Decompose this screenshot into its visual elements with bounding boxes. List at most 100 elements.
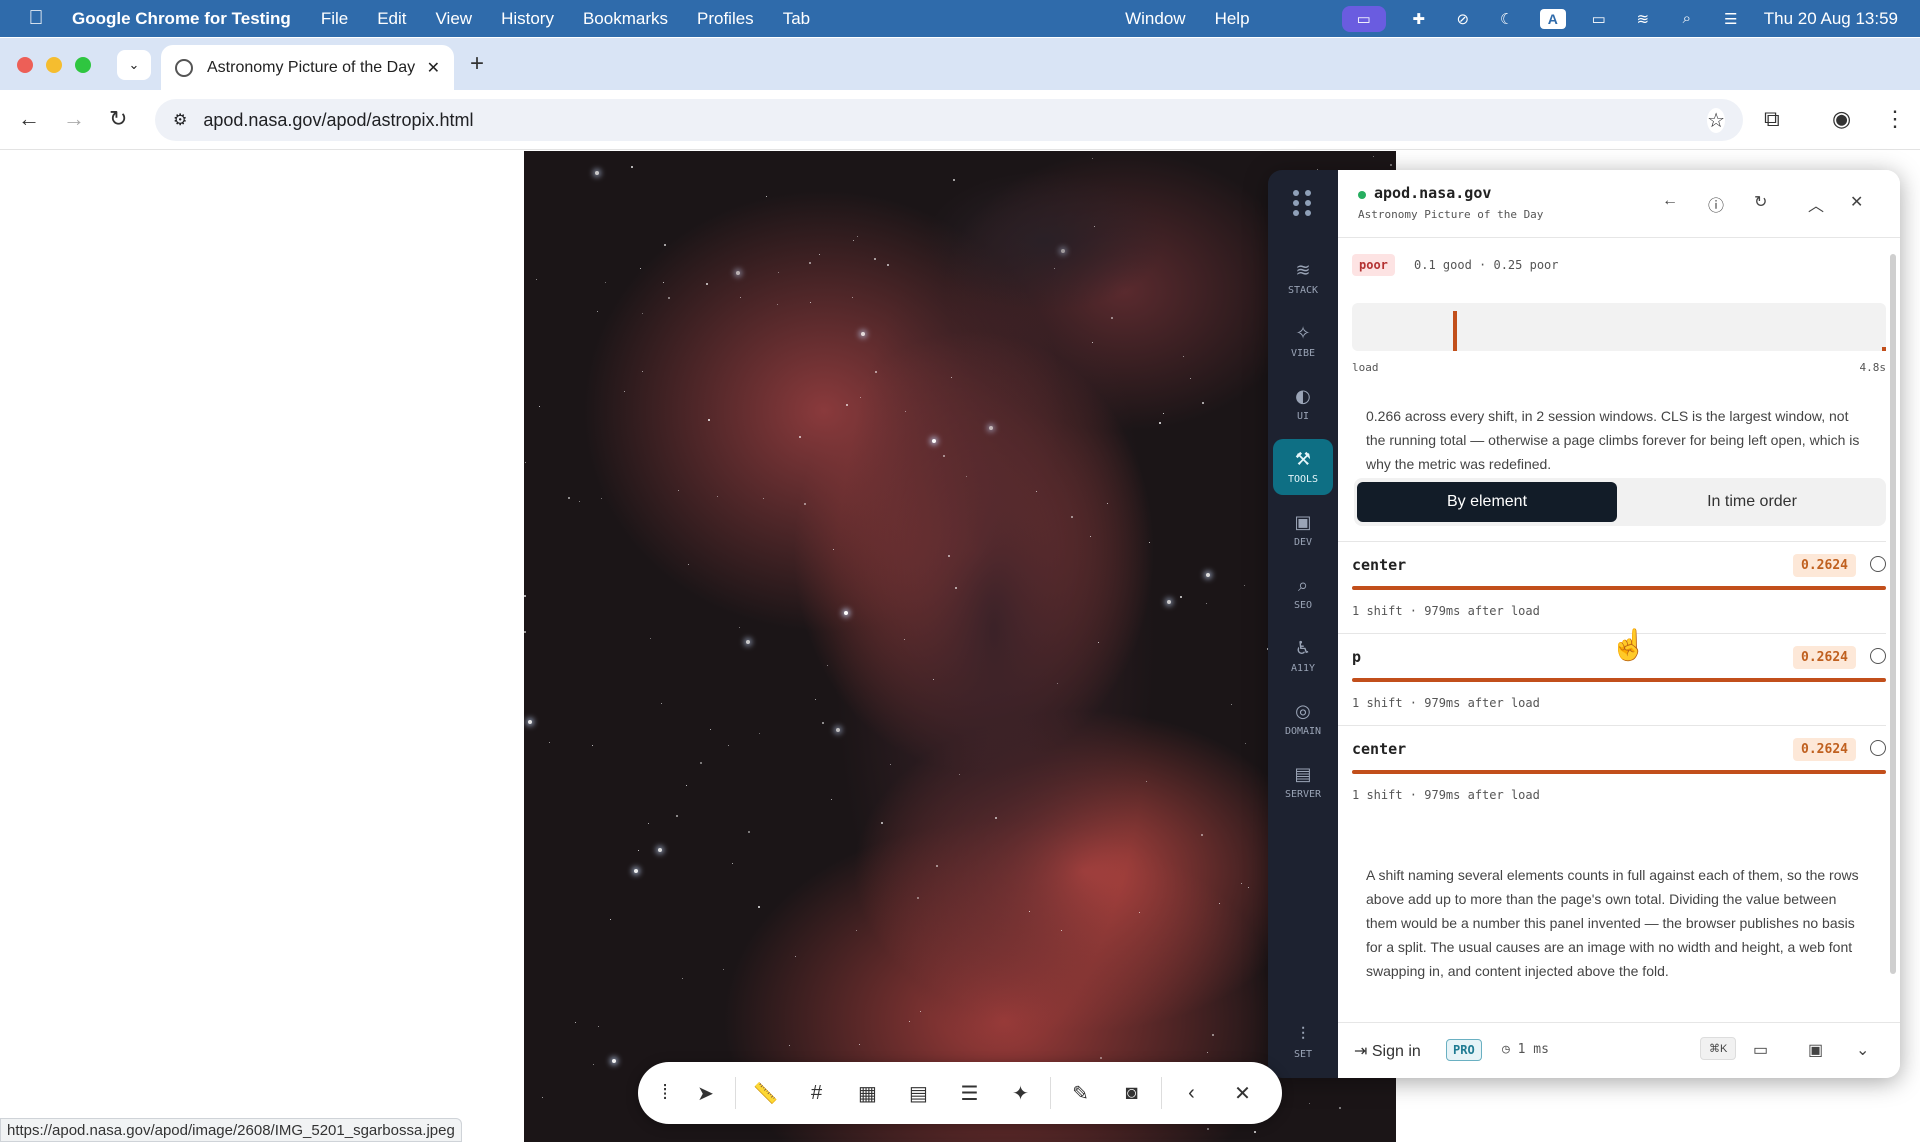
- nebula-star: [1036, 491, 1037, 492]
- menu-profiles[interactable]: Profiles: [697, 9, 754, 29]
- screen-share-icon[interactable]: ▭: [1341, 5, 1386, 32]
- nebula-star: [732, 863, 733, 864]
- nebula-star: [1390, 164, 1392, 166]
- chevron-left-icon[interactable]: ‹: [1166, 1082, 1217, 1105]
- display-icon[interactable]: ▣: [1808, 1040, 1823, 1060]
- tab-close-icon[interactable]: ✕: [427, 58, 440, 78]
- menu-edit[interactable]: Edit: [377, 9, 406, 29]
- rail-a11y[interactable]: ♿ A11Y: [1273, 628, 1333, 684]
- shift-row[interactable]: center 0.2624 1 shift · 979ms after load: [1338, 725, 1886, 817]
- panel-domain: apod.nasa.gov: [1374, 184, 1492, 202]
- eyedropper-icon[interactable]: ✎: [1055, 1081, 1106, 1106]
- profile-avatar-icon[interactable]: ◉: [1832, 106, 1851, 132]
- window-zoom-button[interactable]: [75, 57, 91, 73]
- sparkle-icon[interactable]: ✦: [995, 1081, 1046, 1106]
- status-dot: [1358, 191, 1366, 199]
- nebula-star: [528, 720, 532, 724]
- window-minimize-button[interactable]: [46, 57, 62, 73]
- close-icon[interactable]: ✕: [1217, 1081, 1268, 1106]
- control-center-icon[interactable]: ☰: [1720, 10, 1742, 28]
- menu-bookmarks[interactable]: Bookmarks: [583, 9, 668, 29]
- menu-help[interactable]: Help: [1215, 9, 1250, 29]
- tab-active[interactable]: Astronomy Picture of the Day ✕: [161, 45, 454, 90]
- threshold-legend: 0.1 good · 0.25 poor: [1414, 258, 1559, 272]
- crosshair-icon[interactable]: [1870, 740, 1886, 756]
- apod-nebula-image[interactable]: [524, 151, 1396, 1142]
- rail-label: VIBE: [1290, 348, 1316, 359]
- refresh-icon[interactable]: ↻: [1754, 192, 1767, 212]
- menu-view[interactable]: View: [436, 9, 473, 29]
- rail-domain[interactable]: ◎ DOMAIN: [1273, 691, 1333, 747]
- wifi-icon[interactable]: ≋: [1632, 10, 1654, 28]
- info-icon[interactable]: ⓘ: [1708, 192, 1724, 216]
- moon-icon[interactable]: ☾: [1496, 10, 1518, 28]
- extension-puzzle-icon[interactable]: ✚: [1408, 10, 1430, 28]
- crosshair-icon[interactable]: [1870, 648, 1886, 664]
- layout-grid-icon[interactable]: ▦: [842, 1081, 893, 1106]
- rail-settings[interactable]: ⫶ SET: [1273, 1014, 1333, 1070]
- site-info-icon[interactable]: ⚙: [173, 110, 187, 130]
- app-logo-icon[interactable]: [1290, 190, 1316, 216]
- sign-in-button[interactable]: ⇥ Sign in: [1354, 1041, 1421, 1061]
- close-icon[interactable]: ✕: [1850, 192, 1863, 212]
- kebab-menu-icon[interactable]: ⋮: [1884, 106, 1906, 132]
- nebula-star: [1201, 834, 1203, 836]
- table-icon[interactable]: ▤: [893, 1081, 944, 1106]
- window-close-button[interactable]: [17, 57, 33, 73]
- menu-tab[interactable]: Tab: [783, 9, 810, 29]
- ruler-icon[interactable]: 📏: [740, 1081, 791, 1106]
- panel-scrollbar[interactable]: [1890, 254, 1896, 974]
- new-tab-plus-icon[interactable]: +: [470, 50, 484, 78]
- back-arrow-icon[interactable]: ←: [1662, 192, 1678, 210]
- collapse-chevron-up-icon[interactable]: ︿: [1808, 192, 1824, 216]
- reload-icon[interactable]: ↻: [109, 106, 127, 132]
- shift-value: 0.2624: [1793, 646, 1856, 669]
- menu-window[interactable]: Window: [1125, 9, 1185, 29]
- address-url[interactable]: apod.nasa.gov/apod/astropix.html: [203, 110, 473, 131]
- nebula-star: [778, 272, 779, 273]
- menu-file[interactable]: File: [321, 9, 348, 29]
- crosshair-icon[interactable]: [1870, 556, 1886, 572]
- ordered-list-icon[interactable]: ☰: [944, 1081, 995, 1106]
- nebula-star: [1054, 268, 1055, 269]
- extensions-icon[interactable]: ⧉: [1764, 106, 1780, 132]
- input-source-icon[interactable]: A: [1539, 8, 1566, 29]
- inbox-icon[interactable]: ▭: [1753, 1040, 1768, 1060]
- tab-by-element[interactable]: By element: [1357, 482, 1617, 522]
- address-bar[interactable]: ⚙ apod.nasa.gov/apod/astropix.html ☆: [155, 99, 1743, 141]
- grid-hash-icon[interactable]: #: [791, 1082, 842, 1105]
- rail-vibe[interactable]: ✧ VIBE: [1273, 313, 1333, 369]
- bookmark-star-icon[interactable]: ☆: [1707, 108, 1725, 133]
- camera-icon[interactable]: ◙: [1106, 1082, 1157, 1105]
- shift-row[interactable]: center 0.2624 1 shift · 979ms after load: [1338, 541, 1886, 633]
- nebula-star: [959, 774, 960, 775]
- tab-in-time-order[interactable]: In time order: [1622, 482, 1882, 522]
- nebula-star: [524, 595, 526, 597]
- spotlight-search-icon[interactable]: ⌕: [1676, 10, 1698, 28]
- command-palette-shortcut[interactable]: ⌘K: [1700, 1037, 1737, 1060]
- rail-tools[interactable]: ⚒ TOOLS: [1273, 439, 1333, 495]
- nebula-star: [1207, 1128, 1209, 1130]
- pro-badge[interactable]: PRO: [1446, 1039, 1482, 1061]
- back-arrow-icon[interactable]: ←: [18, 106, 40, 132]
- rail-server[interactable]: ▤ SERVER: [1273, 754, 1333, 810]
- tab-search-chevron-icon[interactable]: ⌄: [117, 50, 151, 80]
- menubar-clock[interactable]: Thu 20 Aug 13:59: [1764, 9, 1898, 29]
- battery-icon[interactable]: ▭: [1588, 10, 1610, 28]
- nebula-star: [844, 611, 848, 615]
- rail-seo[interactable]: ⌕ SEO: [1273, 565, 1333, 621]
- rail-dev[interactable]: ▣ DEV: [1273, 502, 1333, 558]
- drag-handle-icon[interactable]: ⁞: [650, 1082, 680, 1105]
- menu-history[interactable]: History: [501, 9, 554, 29]
- nebula-star: [746, 640, 750, 644]
- menu-app-name[interactable]: Google Chrome for Testing: [72, 9, 291, 29]
- forward-arrow-icon[interactable]: →: [63, 106, 85, 132]
- rail-ui[interactable]: ◐ UI: [1273, 376, 1333, 432]
- rating-badge: poor: [1352, 254, 1395, 276]
- apple-icon[interactable]: : [0, 7, 72, 30]
- rail-stack[interactable]: ≋ STACK: [1273, 250, 1333, 306]
- pointer-select-icon[interactable]: ➤: [680, 1081, 731, 1106]
- nebula-star: [953, 179, 955, 181]
- do-not-disturb-icon[interactable]: ⊘: [1452, 10, 1474, 28]
- chevron-down-icon[interactable]: ⌄: [1856, 1040, 1869, 1060]
